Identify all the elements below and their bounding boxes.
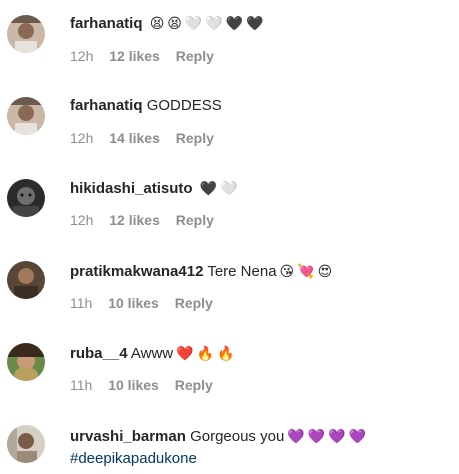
red-heart-icon: ❤️ <box>176 346 194 362</box>
comment-likes[interactable]: 12 likes <box>109 48 160 64</box>
comment-likes[interactable]: 14 likes <box>109 130 160 146</box>
heart-with-arrow-icon: 💘 <box>297 264 315 280</box>
emoji-tired-face-icon: 😫 <box>167 16 182 32</box>
white-heart-icon: 🤍 <box>205 16 223 32</box>
comment-username[interactable]: farhanatiq <box>70 97 143 114</box>
kissing-face-icon: 😘 <box>279 264 295 280</box>
purple-heart-icon: 💜 <box>348 429 367 445</box>
comment-username[interactable]: hikidashi_atisuto <box>70 180 193 197</box>
comment-timestamp[interactable]: 11h <box>70 377 92 393</box>
avatar[interactable] <box>7 343 45 381</box>
hashtag-link[interactable]: #deepikapadukone <box>70 449 197 469</box>
fire-icon: 🔥 <box>196 346 214 362</box>
comment-likes[interactable]: 10 likes <box>108 295 159 311</box>
heart-eyes-icon: 😍 <box>317 264 333 280</box>
black-heart-icon: 🖤 <box>246 16 264 32</box>
fire-icon: 🔥 <box>217 346 235 362</box>
comment-timestamp[interactable]: 12h <box>70 48 93 64</box>
avatar[interactable] <box>7 261 45 299</box>
black-heart-icon: 🖤 <box>225 16 244 32</box>
comment-timestamp[interactable]: 12h <box>70 212 93 228</box>
reply-button[interactable]: Reply <box>176 212 214 228</box>
comment-text: Awww <box>130 345 174 362</box>
comment-username[interactable]: pratikmakwana412 <box>70 263 203 280</box>
comment-username[interactable]: farhanatiq <box>70 15 143 32</box>
comment-username[interactable]: urvashi_barman <box>70 428 186 445</box>
comment-likes[interactable]: 10 likes <box>108 377 159 393</box>
black-heart-icon: 🖤 <box>199 181 218 197</box>
comment-text: Gorgeous you <box>190 428 285 445</box>
purple-heart-icon: 💜 <box>307 429 326 445</box>
reply-button[interactable]: Reply <box>175 377 213 393</box>
comment-username[interactable]: ruba__4 <box>70 345 128 362</box>
avatar[interactable] <box>7 179 45 217</box>
white-heart-icon: 🤍 <box>220 181 238 197</box>
avatar[interactable] <box>7 15 45 53</box>
purple-heart-icon: 💜 <box>328 429 346 445</box>
white-heart-icon: 🤍 <box>184 16 203 32</box>
comment-timestamp[interactable]: 11h <box>70 295 92 311</box>
comment-text: GODDESS <box>146 97 222 114</box>
reply-button[interactable]: Reply <box>176 130 214 146</box>
purple-heart-icon: 💜 <box>287 429 305 445</box>
reply-button[interactable]: Reply <box>176 48 214 64</box>
comment-text: Tere Nena <box>207 263 277 280</box>
emoji-tired-face-icon: 😫 <box>149 16 165 32</box>
comment-timestamp[interactable]: 12h <box>70 130 93 146</box>
avatar[interactable] <box>7 97 45 135</box>
comment-likes[interactable]: 12 likes <box>109 212 160 228</box>
reply-button[interactable]: Reply <box>175 295 213 311</box>
avatar[interactable] <box>7 425 45 463</box>
